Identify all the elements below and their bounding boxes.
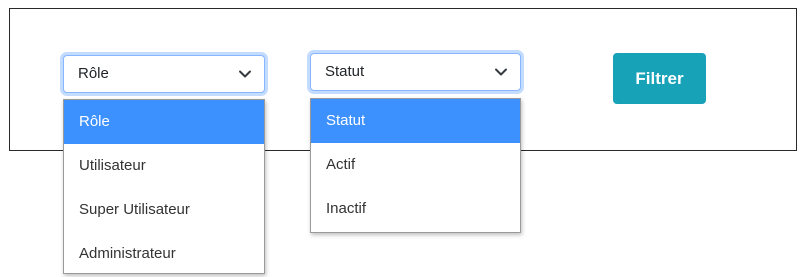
role-select[interactable]: Rôle (63, 55, 265, 93)
status-select-value: Statut (325, 63, 365, 80)
role-option-utilisateur[interactable]: Utilisateur (64, 144, 264, 188)
status-option-actif[interactable]: Actif (311, 143, 520, 187)
status-dropdown-list: Statut Actif Inactif (310, 98, 521, 233)
status-select[interactable]: Statut (310, 53, 521, 91)
chevron-down-icon (495, 68, 507, 76)
role-option-super-utilisateur[interactable]: Super Utilisateur (64, 188, 264, 232)
filter-button[interactable]: Filtrer (613, 53, 706, 104)
status-option-inactif[interactable]: Inactif (311, 187, 520, 231)
role-option-role[interactable]: Rôle (64, 100, 264, 144)
role-dropdown-list: Rôle Utilisateur Super Utilisateur Admin… (63, 99, 265, 274)
role-select-value: Rôle (78, 65, 109, 82)
status-option-statut[interactable]: Statut (311, 99, 520, 143)
chevron-down-icon (239, 70, 251, 78)
role-option-administrateur[interactable]: Administrateur (64, 232, 264, 276)
